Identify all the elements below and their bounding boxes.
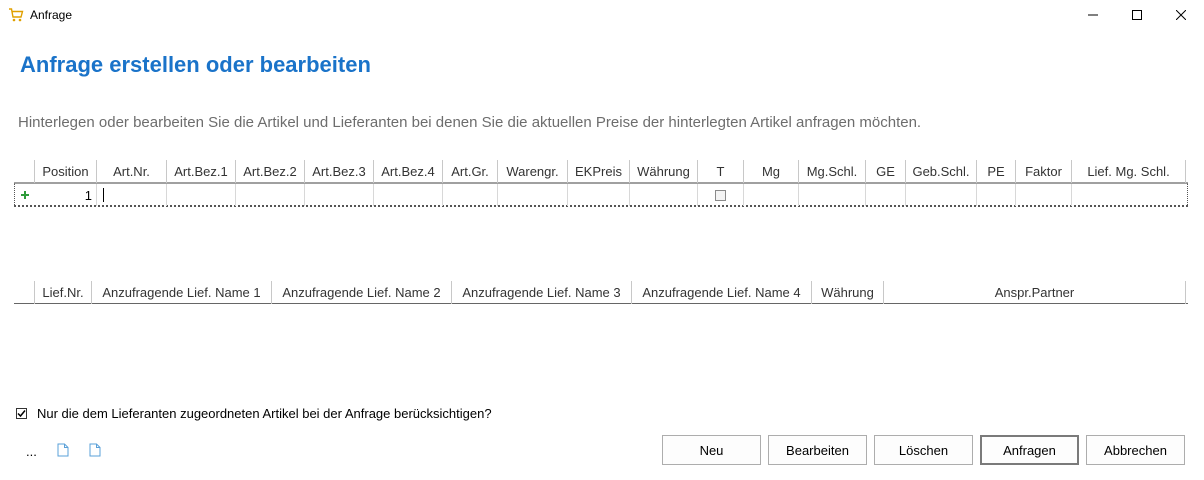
- edit-button[interactable]: Bearbeiten: [768, 435, 867, 465]
- cell-art-bez-2[interactable]: [236, 184, 305, 206]
- title-bar: Anfrage: [0, 0, 1204, 30]
- file-icon[interactable]: [57, 443, 69, 460]
- cell-position[interactable]: 1: [35, 184, 97, 206]
- articles-grid-header: Position Art.Nr. Art.Bez.1 Art.Bez.2 Art…: [14, 160, 1188, 183]
- cell-art-bez-4[interactable]: [374, 184, 443, 206]
- column-header-art-nr[interactable]: Art.Nr.: [97, 160, 167, 183]
- column-header-lief-mg-schl[interactable]: Lief. Mg. Schl.: [1072, 160, 1186, 183]
- cell-mg[interactable]: [744, 184, 799, 206]
- column-header-t[interactable]: T: [698, 160, 744, 183]
- column-header-mg-schl[interactable]: Mg.Schl.: [799, 160, 866, 183]
- cell-art-bez-1[interactable]: [167, 184, 236, 206]
- cell-lief-mg-schl[interactable]: [1072, 184, 1185, 206]
- close-button[interactable]: [1158, 0, 1204, 30]
- column-header-anspr-partner[interactable]: Anspr.Partner: [884, 281, 1186, 304]
- page-description: Hinterlegen oder bearbeiten Sie die Arti…: [18, 114, 922, 131]
- maximize-button[interactable]: [1114, 0, 1160, 30]
- window-title: Anfrage: [30, 8, 73, 22]
- column-header-lief-nr[interactable]: Lief.Nr.: [35, 281, 92, 304]
- cell-art-bez-3[interactable]: [305, 184, 374, 206]
- column-header-lief-name-2[interactable]: Anzufragende Lief. Name 2: [272, 281, 452, 304]
- column-header-waehrung[interactable]: Währung: [630, 160, 698, 183]
- column-header-art-gr[interactable]: Art.Gr.: [443, 160, 498, 183]
- bottom-toolbar: ...: [26, 442, 101, 460]
- shopping-cart-icon: [8, 7, 24, 23]
- cell-ge[interactable]: [866, 184, 906, 206]
- cell-mg-schl[interactable]: [799, 184, 866, 206]
- column-header-art-bez-1[interactable]: Art.Bez.1: [167, 160, 236, 183]
- column-header-pe[interactable]: PE: [977, 160, 1016, 183]
- column-header-lief-name-1[interactable]: Anzufragende Lief. Name 1: [92, 281, 272, 304]
- more-options-button[interactable]: ...: [26, 444, 37, 459]
- cell-art-gr[interactable]: [443, 184, 498, 206]
- delete-button[interactable]: Löschen: [874, 435, 973, 465]
- cell-faktor[interactable]: [1016, 184, 1072, 206]
- column-header-faktor[interactable]: Faktor: [1016, 160, 1072, 183]
- column-header-art-bez-4[interactable]: Art.Bez.4: [374, 160, 443, 183]
- request-button[interactable]: Anfragen: [980, 435, 1079, 465]
- only-assigned-articles-label: Nur die dem Lieferanten zugeordneten Art…: [37, 405, 492, 421]
- only-assigned-articles-option[interactable]: Nur die dem Lieferanten zugeordneten Art…: [16, 404, 492, 422]
- articles-grid[interactable]: Position Art.Nr. Art.Bez.1 Art.Bez.2 Art…: [14, 160, 1188, 208]
- new-row-indicator-icon: [15, 184, 35, 206]
- cell-geb-schl[interactable]: [906, 184, 977, 206]
- cell-waehrung[interactable]: [630, 184, 698, 206]
- column-header-art-bez-3[interactable]: Art.Bez.3: [305, 160, 374, 183]
- cell-t[interactable]: [698, 184, 744, 206]
- column-header-lief-name-4[interactable]: Anzufragende Lief. Name 4: [632, 281, 812, 304]
- column-header-waehrung[interactable]: Währung: [812, 281, 884, 304]
- suppliers-grid[interactable]: Lief.Nr. Anzufragende Lief. Name 1 Anzuf…: [14, 281, 1188, 305]
- cell-pe[interactable]: [977, 184, 1016, 206]
- column-header-warengr[interactable]: Warengr.: [498, 160, 568, 183]
- column-header-geb-schl[interactable]: Geb.Schl.: [906, 160, 977, 183]
- t-checkbox[interactable]: [715, 189, 726, 201]
- file-icon[interactable]: [89, 443, 101, 460]
- minimize-button[interactable]: [1070, 0, 1116, 30]
- column-header-ekpreis[interactable]: EKPreis: [568, 160, 630, 183]
- column-header-art-bez-2[interactable]: Art.Bez.2: [236, 160, 305, 183]
- column-header-lief-name-3[interactable]: Anzufragende Lief. Name 3: [452, 281, 632, 304]
- cell-ekpreis[interactable]: [568, 184, 630, 206]
- cancel-button[interactable]: Abbrechen: [1086, 435, 1185, 465]
- column-header-position[interactable]: Position: [35, 160, 97, 183]
- column-header-mg[interactable]: Mg: [744, 160, 799, 183]
- new-button[interactable]: Neu: [662, 435, 761, 465]
- only-assigned-articles-checkbox[interactable]: [16, 407, 27, 419]
- column-header-ge[interactable]: GE: [866, 160, 906, 183]
- table-row[interactable]: 1: [14, 183, 1188, 207]
- page-title: Anfrage erstellen oder bearbeiten: [20, 52, 371, 77]
- cell-art-nr[interactable]: [97, 184, 167, 206]
- row-header-corner: [14, 160, 35, 183]
- row-header-corner: [14, 281, 35, 304]
- suppliers-grid-header: Lief.Nr. Anzufragende Lief. Name 1 Anzuf…: [14, 281, 1188, 304]
- cell-warengr[interactable]: [498, 184, 568, 206]
